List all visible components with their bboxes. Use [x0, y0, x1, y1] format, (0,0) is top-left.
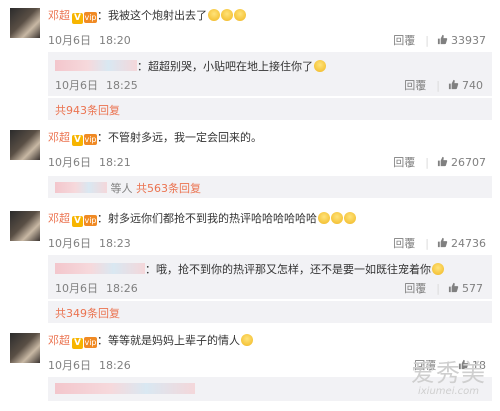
member-badge-icon: vip — [84, 134, 97, 145]
sub-reply-time: 18:26 — [106, 282, 138, 295]
divider: | — [425, 34, 429, 47]
comment-text: ：等等就是妈妈上辈子的情人 — [97, 334, 240, 347]
comment-line: 邓超 Vvip：射多远你们都抢不到我的热评哈哈哈哈哈哈 — [48, 212, 356, 227]
comment-actions: 回覆 | 26707 — [393, 154, 486, 170]
blurred-username[interactable] — [55, 263, 145, 274]
verified-icon: V — [72, 216, 83, 227]
reply-button[interactable]: 回覆 — [404, 282, 426, 295]
watermark-url: ixiumei.com — [417, 386, 480, 397]
comment-line: 邓超 Vvip：我被这个炮射出去了 — [48, 9, 246, 24]
verified-icon: V — [72, 13, 83, 24]
divider: | — [436, 282, 440, 295]
sub-reply-meta: 10月6日 18:25 — [55, 77, 146, 93]
sub-reply-line: ：哦，抢不到你的热评那又怎样，还不是要一如既往宠着你 — [55, 261, 444, 277]
comment-meta: 10月6日 18:23 — [48, 235, 139, 251]
avatar[interactable] — [10, 333, 40, 363]
watermark: 爱秀美 ixiumei.com — [411, 360, 486, 397]
cry-emoji-icon — [208, 9, 220, 21]
username-link[interactable]: 邓超 — [48, 131, 70, 144]
avatar[interactable] — [10, 8, 40, 38]
like-count[interactable]: 33937 — [451, 34, 486, 47]
smile-emoji-icon — [432, 263, 444, 275]
member-badge-icon: vip — [84, 337, 97, 348]
like-count[interactable]: 24736 — [451, 237, 486, 250]
reply-button[interactable]: 回覆 — [404, 79, 426, 92]
sub-reply-actions: 回覆 | 577 — [404, 280, 483, 296]
username-link[interactable]: 邓超 — [48, 334, 70, 347]
comment-meta: 10月6日 18:26 — [48, 357, 139, 373]
member-badge-icon: vip — [84, 12, 97, 23]
blurred-username[interactable] — [55, 383, 195, 394]
sub-reply: ：超超别哭，小贴吧在地上接住你了 10月6日 18:25 回覆 | 740 — [48, 52, 492, 96]
comment-date: 10月6日 — [48, 359, 91, 372]
comment-actions: 回覆 | 24736 — [393, 235, 486, 251]
like-count[interactable]: 577 — [462, 282, 483, 295]
more-replies-link[interactable]: 共943条回复 — [55, 102, 120, 118]
username-link[interactable]: 邓超 — [48, 9, 70, 22]
sub-reply-date: 10月6日 — [55, 79, 98, 92]
thumb-up-icon[interactable] — [437, 34, 448, 45]
thumb-up-icon[interactable] — [437, 156, 448, 167]
thumb-up-icon[interactable] — [448, 79, 459, 90]
laugh-emoji-icon — [331, 212, 343, 224]
reply-button[interactable]: 回覆 — [393, 34, 415, 47]
blurred-username[interactable] — [55, 60, 137, 71]
smile-emoji-icon — [314, 60, 326, 72]
sub-reply-meta: 10月6日 18:26 — [55, 280, 146, 296]
divider: | — [436, 79, 440, 92]
more-replies-bar: 等人 共563条回复 — [48, 176, 492, 198]
thumb-up-icon[interactable] — [448, 282, 459, 293]
reply-button[interactable]: 回覆 — [393, 156, 415, 169]
comment-text: ：射多远你们都抢不到我的热评哈哈哈哈哈哈 — [97, 212, 317, 225]
comment-date: 10月6日 — [48, 34, 91, 47]
divider: | — [425, 156, 429, 169]
sub-reply-time: 18:25 — [106, 79, 138, 92]
comment-meta: 10月6日 18:20 — [48, 32, 139, 48]
smile-emoji-icon — [241, 334, 253, 346]
sub-reply: ：哦，抢不到你的热评那又怎样，还不是要一如既往宠着你 10月6日 18:26 回覆… — [48, 255, 492, 299]
comment-actions: 回覆 | 33937 — [393, 32, 486, 48]
sub-reply-line: ：超超别哭，小贴吧在地上接住你了 — [55, 58, 326, 74]
cry-emoji-icon — [234, 9, 246, 21]
like-count[interactable]: 26707 — [451, 156, 486, 169]
comment-line: 邓超 Vvip：不管射多远，我一定会回来的。 — [48, 131, 262, 146]
sub-reply-date: 10月6日 — [55, 282, 98, 295]
more-replies-link[interactable]: 共349条回复 — [55, 305, 120, 321]
comment-text: ：不管射多远，我一定会回来的。 — [97, 131, 262, 144]
divider: | — [425, 237, 429, 250]
comment-time: 18:21 — [99, 156, 131, 169]
sub-reply-actions: 回覆 | 740 — [404, 77, 483, 93]
more-replies-link[interactable]: 共563条回复 — [136, 182, 201, 195]
verified-icon: V — [72, 338, 83, 349]
comment-meta: 10月6日 18:21 — [48, 154, 139, 170]
thumb-up-icon[interactable] — [437, 237, 448, 248]
like-count[interactable]: 740 — [462, 79, 483, 92]
laugh-emoji-icon — [318, 212, 330, 224]
member-badge-icon: vip — [84, 215, 97, 226]
more-replies-bar: 共349条回复 — [48, 301, 492, 323]
avatar[interactable] — [10, 211, 40, 241]
blurred-username[interactable] — [55, 182, 107, 193]
comment-date: 10月6日 — [48, 237, 91, 250]
comment-line: 邓超 Vvip：等等就是妈妈上辈子的情人 — [48, 334, 253, 349]
avatar[interactable] — [10, 130, 40, 160]
more-replies-line: 等人 共563条回复 — [55, 180, 201, 196]
comment-time: 18:26 — [99, 359, 131, 372]
laugh-emoji-icon — [344, 212, 356, 224]
sub-reply-text: ：超超别哭，小贴吧在地上接住你了 — [137, 60, 313, 73]
comment-text: ：我被这个炮射出去了 — [97, 9, 207, 22]
watermark-logo: 爱秀美 — [411, 359, 486, 387]
comment-date: 10月6日 — [48, 156, 91, 169]
verified-icon: V — [72, 135, 83, 146]
comment-time: 18:20 — [99, 34, 131, 47]
cry-emoji-icon — [221, 9, 233, 21]
more-replies-prefix: 等人 — [110, 182, 133, 195]
reply-button[interactable]: 回覆 — [393, 237, 415, 250]
comment-time: 18:23 — [99, 237, 131, 250]
sub-reply-text: ：哦，抢不到你的热评那又怎样，还不是要一如既往宠着你 — [145, 263, 431, 276]
more-replies-bar: 共943条回复 — [48, 98, 492, 120]
username-link[interactable]: 邓超 — [48, 212, 70, 225]
